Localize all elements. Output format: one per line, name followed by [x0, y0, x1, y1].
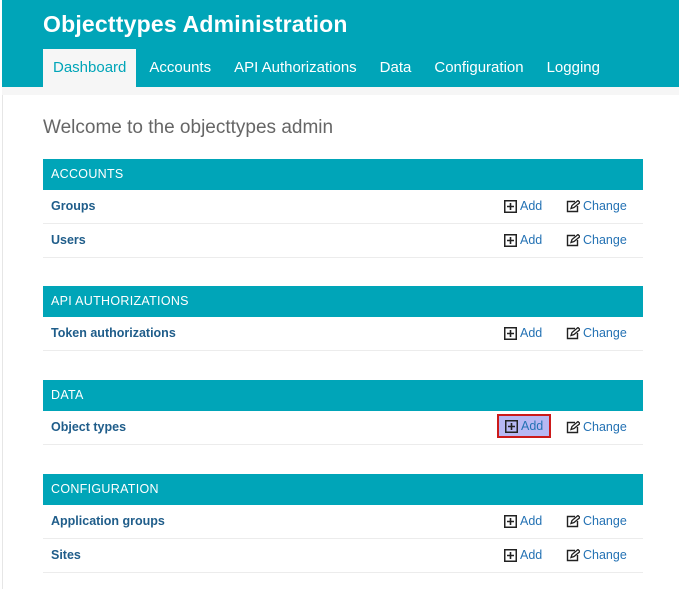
module-header: API AUTHORIZATIONS	[43, 286, 643, 317]
change-label: Change	[583, 420, 627, 434]
add-button[interactable]: Add	[504, 539, 542, 572]
change-button[interactable]: Change	[566, 190, 627, 223]
module-configuration: CONFIGURATION Application groups Add Cha…	[43, 474, 643, 573]
edit-icon	[566, 327, 580, 340]
model-link-object-types[interactable]: Object types	[51, 411, 126, 444]
table-row: Groups Add Change	[43, 190, 643, 224]
tab-accounts[interactable]: Accounts	[139, 49, 221, 87]
plus-square-icon	[504, 549, 517, 562]
add-button[interactable]: Add	[504, 317, 542, 350]
model-link-sites[interactable]: Sites	[51, 539, 81, 572]
table-row: Object types Add Change	[43, 411, 643, 445]
change-button[interactable]: Change	[566, 505, 627, 538]
add-button-highlighted[interactable]: Add	[497, 414, 552, 438]
edit-icon	[566, 200, 580, 213]
add-button[interactable]: Add	[504, 190, 542, 223]
change-button[interactable]: Change	[566, 317, 627, 350]
tab-data[interactable]: Data	[370, 49, 422, 87]
plus-square-icon	[505, 419, 518, 433]
plus-square-icon	[504, 515, 517, 528]
edit-icon	[566, 234, 580, 247]
add-label: Add	[520, 514, 543, 528]
tab-dashboard[interactable]: Dashboard	[43, 49, 137, 87]
edit-icon	[566, 549, 580, 562]
add-label: Add	[520, 326, 543, 340]
change-label: Change	[583, 326, 627, 340]
tab-logging[interactable]: Logging	[537, 49, 610, 87]
table-row: Users Add Change	[43, 224, 643, 258]
change-label: Change	[583, 514, 627, 528]
add-label: Add	[520, 548, 543, 562]
add-button[interactable]: Add	[504, 224, 542, 257]
plus-square-icon	[504, 200, 517, 213]
add-button[interactable]: Add	[504, 505, 542, 538]
site-title[interactable]: Objecttypes Administration	[43, 11, 348, 38]
add-label: Add	[520, 233, 543, 247]
change-label: Change	[583, 199, 627, 213]
plus-square-icon	[504, 327, 517, 340]
page-title: Welcome to the objecttypes admin	[43, 117, 334, 138]
module-data: DATA Object types Add Change	[43, 380, 643, 445]
module-api-authorizations: API AUTHORIZATIONS Token authorizations …	[43, 286, 643, 351]
table-row: Token authorizations Add Change	[43, 317, 643, 351]
change-label: Change	[583, 233, 627, 247]
change-button[interactable]: Change	[566, 539, 627, 572]
change-button[interactable]: Change	[566, 224, 627, 257]
module-accounts: ACCOUNTS Groups Add Change Users Add Cha…	[43, 159, 643, 258]
plus-square-icon	[504, 234, 517, 247]
module-header: CONFIGURATION	[43, 474, 643, 505]
subheader-bar	[2, 87, 679, 95]
model-link-application-groups[interactable]: Application groups	[51, 505, 165, 538]
model-link-token-authorizations[interactable]: Token authorizations	[51, 317, 176, 350]
edit-icon	[566, 421, 580, 434]
module-header: DATA	[43, 380, 643, 411]
table-row: Application groups Add Change	[43, 505, 643, 539]
module-header: ACCOUNTS	[43, 159, 643, 190]
add-label: Add	[520, 199, 543, 213]
table-row: Sites Add Change	[43, 539, 643, 573]
add-label: Add	[521, 418, 544, 433]
model-link-users[interactable]: Users	[51, 224, 86, 257]
site-header: Objecttypes Administration Dashboard Acc…	[2, 0, 679, 87]
tab-api-authorizations[interactable]: API Authorizations	[224, 49, 367, 87]
edit-icon	[566, 515, 580, 528]
main-nav: Dashboard Accounts API Authorizations Da…	[43, 49, 613, 87]
change-label: Change	[583, 548, 627, 562]
change-button[interactable]: Change	[566, 411, 627, 444]
tab-configuration[interactable]: Configuration	[424, 49, 533, 87]
model-link-groups[interactable]: Groups	[51, 190, 95, 223]
